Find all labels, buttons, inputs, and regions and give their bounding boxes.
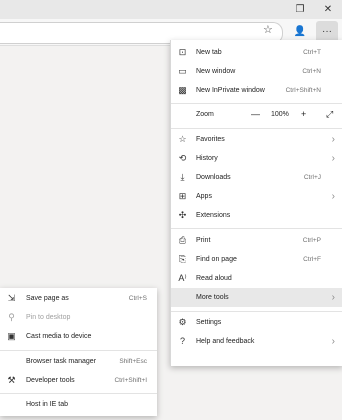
print-icon: ⎙: [178, 235, 187, 245]
shortcut-text: Ctrl+F: [303, 256, 321, 263]
menu-item-find-on-page[interactable]: ⎘ Find on page Ctrl+F: [171, 250, 342, 269]
find-icon: ⎘: [178, 254, 187, 264]
submenu-item-cast-media[interactable]: ▣ Cast media to device: [0, 327, 157, 346]
star-icon: ☆: [178, 134, 187, 144]
zoom-in-button[interactable]: +: [301, 105, 306, 124]
submenu-item-save-page-as[interactable]: ⇲ Save page as Ctrl+S: [0, 289, 157, 308]
menu-item-label: Read aloud: [196, 275, 232, 282]
zoom-label: Zoom: [196, 111, 214, 118]
extensions-icon: ✣: [178, 210, 187, 220]
menu-item-settings[interactable]: ⚙ Settings: [171, 313, 342, 332]
menu-divider: [171, 128, 342, 129]
menu-item-new-inprivate-window[interactable]: ▩ New InPrivate window Ctrl+Shift+N: [171, 81, 342, 100]
menu-item-more-tools[interactable]: More tools ›: [171, 288, 342, 307]
menu-divider: [171, 228, 342, 229]
ellipsis-icon: ···: [322, 26, 332, 37]
restore-icon: ❐: [295, 4, 305, 15]
shortcut-text: Ctrl+N: [302, 68, 321, 75]
menu-item-print[interactable]: ⎙ Print Ctrl+P: [171, 231, 342, 250]
more-tools-submenu: ⇲ Save page as Ctrl+S ⚲ Pin to desktop ▣…: [0, 288, 157, 416]
inprivate-icon: ▩: [178, 85, 187, 95]
submenu-item-host-in-ie-tab[interactable]: Host in IE tab: [0, 395, 157, 414]
star-icon[interactable]: ☆: [263, 23, 273, 36]
menu-item-new-window[interactable]: ▭ New window Ctrl+N: [171, 62, 342, 81]
download-icon: ⤓: [180, 172, 185, 182]
submenu-item-browser-task-manager[interactable]: Browser task manager Shift+Esc: [0, 352, 157, 371]
menu-divider: [0, 393, 157, 394]
close-window-button[interactable]: ✕: [314, 0, 342, 19]
history-icon: ⟲: [178, 153, 187, 163]
menu-item-label: More tools: [196, 294, 229, 301]
menu-item-read-aloud[interactable]: A⁾ Read aloud: [171, 269, 342, 288]
submenu-item-label: Save page as: [26, 295, 69, 302]
person-icon: 👤: [293, 26, 307, 37]
menu-divider: [0, 350, 157, 351]
shortcut-text: Ctrl+P: [302, 237, 321, 244]
menu-item-zoom: Zoom — 100% + ⤢: [171, 105, 342, 125]
menu-item-help-and-feedback[interactable]: ? Help and feedback ›: [171, 332, 342, 351]
menu-item-label: Downloads: [196, 174, 231, 181]
menu-item-label: Settings: [196, 319, 222, 326]
chevron-right-icon: ›: [331, 292, 335, 303]
submenu-item-label: Browser task manager: [26, 358, 97, 365]
menu-item-label: Help and feedback: [196, 338, 255, 345]
menu-item-label: New InPrivate window: [196, 87, 265, 94]
close-icon: ✕: [323, 4, 333, 15]
restore-window-button[interactable]: ❐: [286, 0, 314, 19]
submenu-item-label: Pin to desktop: [26, 314, 71, 321]
chevron-right-icon: ›: [331, 336, 335, 347]
shortcut-text: Ctrl+Shift+I: [114, 377, 147, 384]
menu-item-label: Find on page: [196, 256, 237, 263]
gear-icon: ⚙: [178, 317, 187, 327]
fullscreen-icon[interactable]: ⤢: [326, 105, 333, 124]
submenu-item-label: Cast media to device: [26, 333, 92, 340]
submenu-item-label: Host in IE tab: [26, 401, 69, 408]
menu-item-label: Apps: [196, 193, 212, 200]
new-window-icon: ▭: [178, 66, 187, 76]
menu-item-apps[interactable]: ⊞ Apps ›: [171, 187, 342, 206]
shortcut-text: Shift+Esc: [119, 358, 147, 365]
submenu-item-label: Developer tools: [26, 377, 75, 384]
shortcut-text: Ctrl+T: [303, 49, 321, 56]
settings-menu: ⊡ New tab Ctrl+T ▭ New window Ctrl+N ▩ N…: [170, 40, 342, 366]
save-icon: ⇲: [7, 293, 16, 303]
chevron-right-icon: ›: [331, 134, 335, 145]
pin-icon: ⚲: [8, 312, 15, 322]
menu-divider: [171, 311, 342, 312]
chevron-right-icon: ›: [331, 153, 335, 164]
menu-item-label: Extensions: [196, 212, 231, 219]
menu-item-new-tab[interactable]: ⊡ New tab Ctrl+T: [171, 43, 342, 62]
menu-item-label: Favorites: [196, 136, 225, 143]
submenu-item-developer-tools[interactable]: ⚒ Developer tools Ctrl+Shift+I: [0, 371, 157, 390]
menu-item-label: New tab: [196, 49, 222, 56]
zoom-value: 100%: [271, 111, 289, 118]
menu-item-downloads[interactable]: ⤓ Downloads Ctrl+J: [171, 168, 342, 187]
shortcut-text: Ctrl+J: [303, 174, 321, 181]
chevron-right-icon: ›: [331, 191, 335, 202]
developer-tools-icon: ⚒: [7, 375, 16, 385]
menu-item-extensions[interactable]: ✣ Extensions: [171, 206, 342, 225]
menu-item-label: History: [196, 155, 218, 162]
menu-item-favorites[interactable]: ☆ Favorites ›: [171, 130, 342, 149]
submenu-item-pin-to-desktop[interactable]: ⚲ Pin to desktop: [0, 308, 157, 327]
new-tab-icon: ⊡: [178, 47, 187, 57]
shortcut-text: Ctrl+S: [128, 295, 147, 302]
help-icon: ?: [179, 336, 185, 346]
read-aloud-icon: A⁾: [178, 273, 187, 283]
menu-item-label: Print: [196, 237, 211, 244]
menu-divider: [171, 103, 342, 104]
shortcut-text: Ctrl+Shift+N: [285, 87, 321, 94]
cast-icon: ▣: [7, 331, 16, 341]
zoom-out-button[interactable]: —: [251, 105, 260, 124]
title-bar: ❐ ✕: [0, 0, 342, 19]
apps-icon: ⊞: [178, 191, 187, 201]
menu-item-history[interactable]: ⟲ History ›: [171, 149, 342, 168]
menu-item-label: New window: [196, 68, 236, 75]
